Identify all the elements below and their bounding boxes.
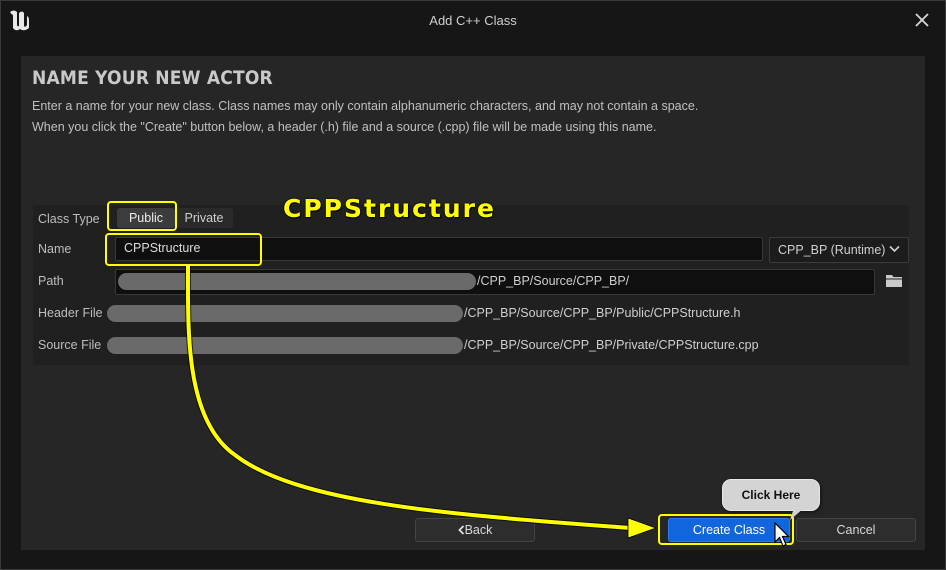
source-file-value: /CPP_BP/Source/CPP_BP/Private/CPPStructu…: [464, 338, 759, 352]
click-here-callout: Click Here: [722, 479, 820, 511]
close-icon[interactable]: [913, 11, 931, 29]
name-label: Name: [38, 242, 72, 256]
window-title: Add C++ Class: [429, 13, 517, 28]
chevron-left-icon: [457, 525, 464, 535]
back-button-label: Back: [464, 523, 493, 537]
redacted-header-blur: [107, 305, 463, 322]
class-type-label: Class Type: [38, 212, 100, 226]
description-line-2: When you click the "Create" button below…: [32, 120, 657, 134]
header-file-label: Header File: [38, 306, 103, 320]
class-type-private-toggle[interactable]: Private: [175, 208, 233, 228]
title-bar: Add C++ Class: [1, 1, 945, 41]
cancel-button[interactable]: Cancel: [796, 518, 916, 542]
chevron-down-icon: [889, 245, 900, 253]
class-name-input[interactable]: CPPStructure: [115, 237, 763, 261]
module-dropdown-value: CPP_BP (Runtime): [778, 243, 886, 257]
source-file-label: Source File: [38, 338, 102, 352]
header-file-value: /CPP_BP/Source/CPP_BP/Public/CPPStructur…: [464, 306, 741, 320]
path-value: /CPP_BP/Source/CPP_BP/: [477, 274, 630, 288]
class-name-value: CPPStructure: [124, 241, 201, 255]
create-class-button[interactable]: Create Class: [668, 518, 790, 542]
content-panel: NAME YOUR NEW ACTOR Enter a name for you…: [21, 56, 925, 550]
mouse-cursor-icon: [774, 522, 790, 547]
annotation-name-callout: CPPStructure: [283, 194, 496, 223]
page-title: NAME YOUR NEW ACTOR: [32, 67, 273, 89]
module-dropdown[interactable]: CPP_BP (Runtime): [769, 237, 909, 263]
class-type-public-toggle[interactable]: Public: [117, 208, 175, 228]
description-line-1: Enter a name for your new class. Class n…: [32, 99, 699, 113]
folder-icon[interactable]: [885, 273, 903, 288]
back-button[interactable]: Back: [415, 518, 535, 542]
path-input[interactable]: /CPP_BP/Source/CPP_BP/: [115, 269, 875, 295]
redacted-source-blur: [107, 337, 463, 354]
path-label: Path: [38, 274, 64, 288]
redacted-path-blur: [118, 273, 476, 290]
